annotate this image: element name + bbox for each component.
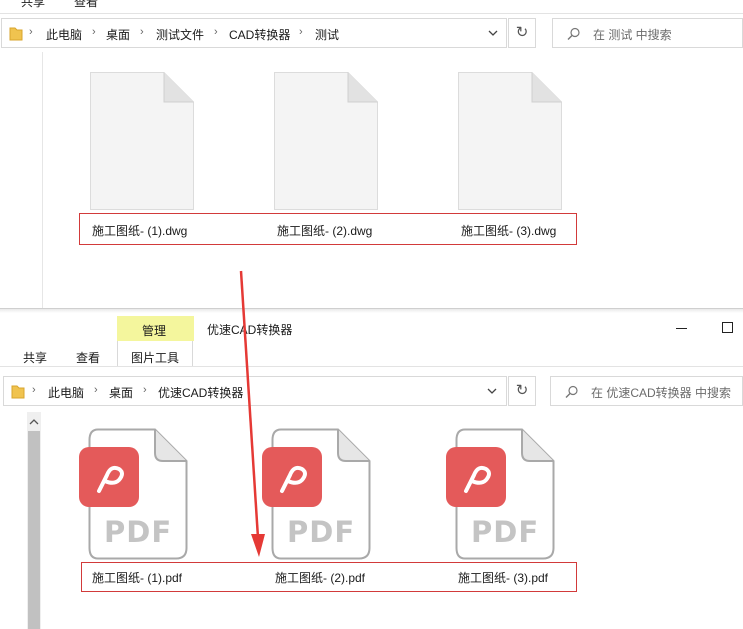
tab-picture-tools[interactable]: 图片工具 [117, 341, 193, 366]
breadcrumb-cad-converter[interactable]: CAD转换器 [229, 26, 290, 43]
breadcrumb-test[interactable]: 测试 [315, 26, 339, 43]
search-input[interactable]: 在 优速CAD转换器 中搜索 [550, 376, 743, 406]
ribbon-tab-view[interactable]: 查看 [74, 0, 98, 10]
file-name-dwg-1[interactable]: 施工图纸- (1).dwg [92, 222, 187, 239]
breadcrumb-test-files[interactable]: 测试文件 [156, 26, 204, 43]
chevron-down-icon[interactable] [488, 30, 498, 37]
pdf-badge-text: PDF [287, 515, 356, 549]
chevron-right-icon: › [32, 384, 36, 396]
chevron-down-icon[interactable] [487, 388, 497, 395]
ribbon-divider [0, 13, 743, 14]
manage-tab-header[interactable]: 管理 [117, 316, 194, 341]
search-icon [565, 385, 578, 398]
file-name-pdf-1[interactable]: 施工图纸- (1).pdf [92, 569, 182, 586]
refresh-icon: ↻ [515, 24, 529, 41]
minimize-icon[interactable] [676, 328, 687, 329]
breadcrumb-cad-converter[interactable]: 优速CAD转换器 [158, 384, 243, 401]
ribbon-tab-share[interactable]: 共享 [21, 0, 45, 10]
dwg-file-icon[interactable] [458, 72, 562, 210]
dwg-file-icon[interactable] [90, 72, 194, 210]
chevron-right-icon: › [143, 384, 147, 396]
nav-pane-divider [42, 52, 43, 310]
ribbon-tab-share[interactable]: 共享 [23, 349, 47, 366]
search-placeholder: 在 测试 中搜索 [593, 28, 672, 42]
scroll-up-icon[interactable] [29, 418, 39, 425]
chevron-right-icon: › [140, 26, 144, 38]
refresh-button[interactable]: ↻ [508, 376, 536, 406]
file-name-pdf-3[interactable]: 施工图纸- (3).pdf [458, 569, 548, 586]
pdf-badge-text: PDF [471, 515, 540, 549]
maximize-icon[interactable] [722, 322, 733, 333]
ribbon-tab-view[interactable]: 查看 [76, 349, 100, 366]
search-icon [567, 27, 580, 40]
ribbon-divider [0, 366, 743, 367]
chevron-right-icon: › [94, 384, 98, 396]
chevron-right-icon: › [214, 26, 218, 38]
pdf-logo-icon [79, 447, 139, 507]
pdf-logo-icon [262, 447, 322, 507]
pdf-badge-text: PDF [104, 515, 173, 549]
breadcrumb-desktop[interactable]: 桌面 [109, 384, 133, 401]
pdf-logo-icon [446, 447, 506, 507]
tab-picture-tools-label: 图片工具 [131, 351, 180, 365]
window-shadow [0, 309, 743, 313]
refresh-button[interactable]: ↻ [508, 18, 536, 48]
scrollbar-thumb[interactable] [28, 431, 40, 629]
breadcrumb-this-pc[interactable]: 此电脑 [48, 384, 84, 401]
folder-icon [9, 27, 23, 41]
folder-icon [11, 385, 25, 399]
file-name-dwg-3[interactable]: 施工图纸- (3).dwg [461, 222, 556, 239]
chevron-right-icon: › [29, 26, 33, 38]
search-input[interactable]: 在 测试 中搜索 [552, 18, 743, 48]
file-name-pdf-2[interactable]: 施工图纸- (2).pdf [275, 569, 365, 586]
breadcrumb-desktop[interactable]: 桌面 [106, 26, 130, 43]
manage-tab-label: 管理 [142, 324, 167, 338]
dwg-file-icon[interactable] [274, 72, 378, 210]
file-name-dwg-2[interactable]: 施工图纸- (2).dwg [277, 222, 372, 239]
chevron-right-icon: › [92, 26, 96, 38]
refresh-icon: ↻ [515, 382, 529, 399]
address-bar[interactable]: › 此电脑 › 桌面 › 测试文件 › CAD转换器 › 测试 [1, 18, 507, 48]
search-placeholder: 在 优速CAD转换器 中搜索 [591, 386, 732, 400]
address-bar[interactable]: › 此电脑 › 桌面 › 优速CAD转换器 [3, 376, 507, 406]
window-title: 优速CAD转换器 [207, 323, 293, 337]
breadcrumb-this-pc[interactable]: 此电脑 [46, 26, 82, 43]
chevron-right-icon: › [299, 26, 303, 38]
